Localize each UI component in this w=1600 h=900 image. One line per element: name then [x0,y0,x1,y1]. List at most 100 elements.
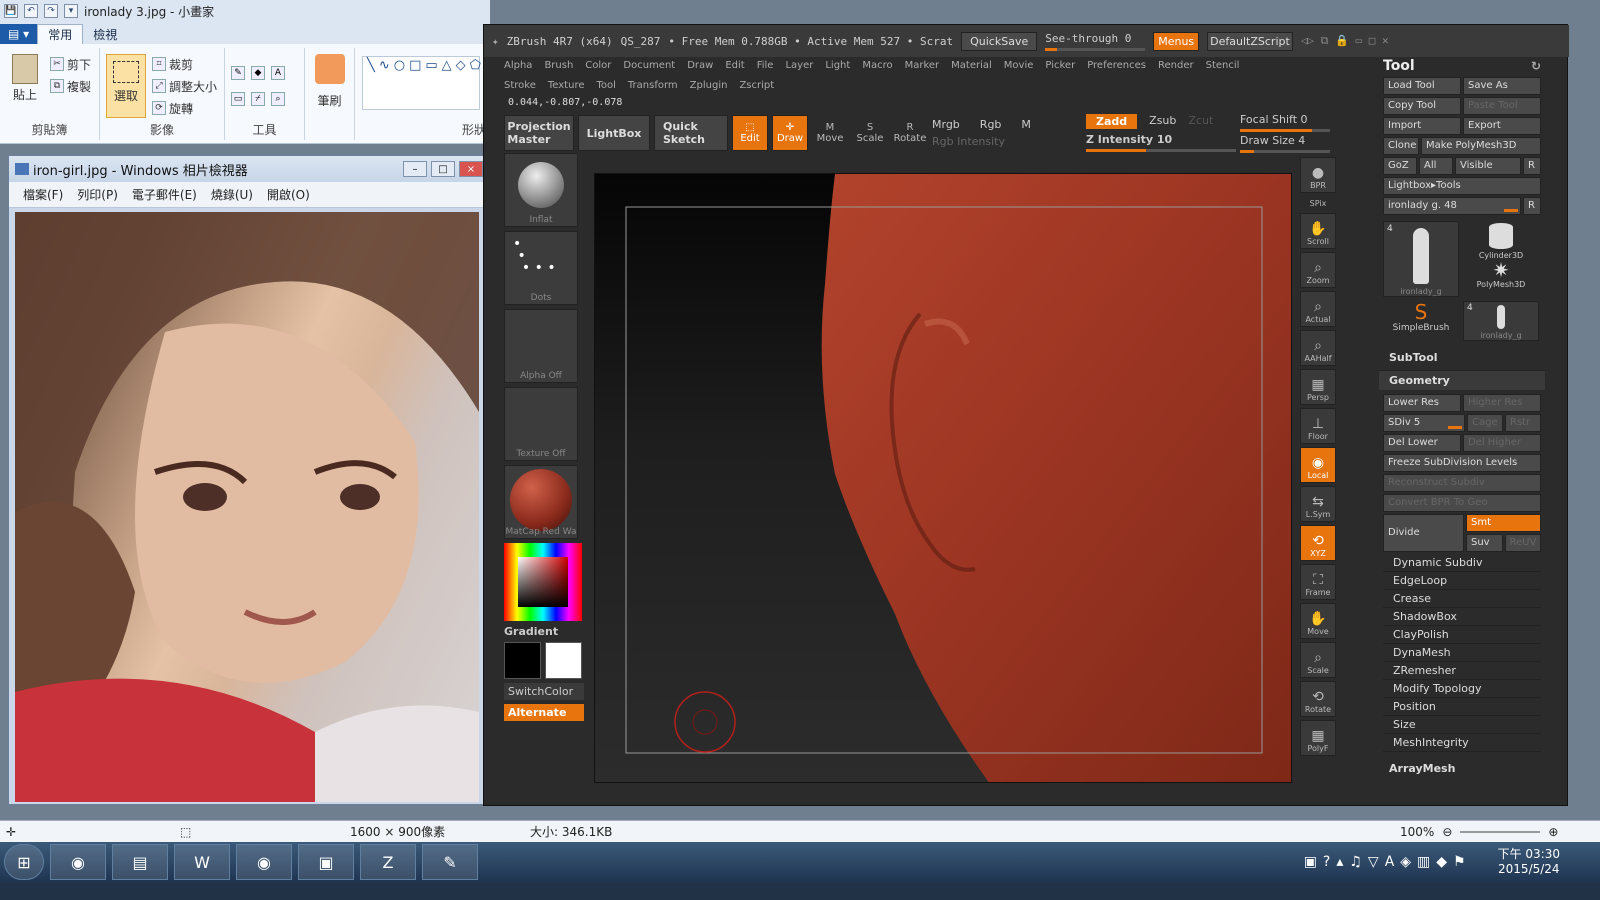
pencil-icon[interactable]: ✎ [231,66,245,80]
zb-menu-material[interactable]: Material [951,57,992,75]
rgb-intensity-slider[interactable]: Rgb Intensity [932,135,1082,148]
suv-toggle[interactable]: Suv [1466,534,1503,552]
shapes-gallery[interactable]: ╲∿○□▭△◇⬠▷⇦⬦☆✦☆○ [362,56,584,110]
menu-email[interactable]: 電子郵件(E) [132,186,197,203]
shelf-floor-button[interactable]: ⊥ Floor [1300,408,1336,444]
clock[interactable]: 下午 03:30 2015/5/24 [1498,847,1560,877]
zb-menu-light[interactable]: Light [825,57,850,75]
taskbar-zbrush-button[interactable]: Z [360,844,416,880]
zb-menu-draw[interactable]: Draw [687,57,713,75]
taskbar-word-button[interactable]: W [174,844,230,880]
window-controls[interactable]: ◁▷ ⧉ 🔒 ▭ □ ✕ [1301,34,1389,48]
draw-size-slider[interactable]: Draw Size 4 [1240,134,1330,153]
all-button[interactable]: All [1419,157,1453,175]
save-icon[interactable]: 💾 [4,4,18,18]
geometry-claypolish[interactable]: ClayPolish [1383,626,1541,644]
sdiv-slider[interactable]: SDiv 5 [1383,414,1465,432]
taskbar-paint-button[interactable]: ✎ [422,844,478,880]
paste-tool-button[interactable]: Paste Tool [1463,97,1541,115]
convert-bpr-button[interactable]: Convert BPR To Geo [1383,494,1541,512]
zb-menu-document[interactable]: Document [623,57,675,75]
material-slot[interactable]: MatCap Red Wa [504,465,578,539]
menu-open[interactable]: 開啟(O) [267,186,310,203]
zadd-button[interactable]: Zadd [1086,114,1138,129]
geometry-zremesher[interactable]: ZRemesher [1383,662,1541,680]
zb-menu-color[interactable]: Color [585,57,611,75]
texture-slot[interactable]: Texture Off [504,387,578,461]
menu-print[interactable]: 列印(P) [77,186,118,203]
geometry-size[interactable]: Size [1383,716,1541,734]
geometry-edgeloop[interactable]: EdgeLoop [1383,572,1541,590]
switchcolor-button[interactable]: SwitchColor [504,683,584,700]
stroke-slot[interactable]: • • • • • Dots [504,231,578,305]
shelf-move-button[interactable]: ✋ Move [1300,603,1336,639]
fill-icon[interactable]: ◆ [251,66,265,80]
zb-menu-macro[interactable]: Macro [862,57,892,75]
reconstruct-subdiv-button[interactable]: Reconstruct Subdiv [1383,474,1541,492]
customize-icon[interactable]: ▾ [64,4,78,18]
default-zscript-button[interactable]: DefaultZScript [1207,31,1293,51]
brushes-group[interactable]: 筆刷 [305,48,355,140]
shelf-frame-button[interactable]: ⛶ Frame [1300,564,1336,600]
alternate-button[interactable]: Alternate [504,704,584,721]
ironlady-tool-thumb[interactable]: 4 ironlady_g [1383,221,1459,297]
tab-home[interactable]: 常用 [37,24,84,44]
lightbox-tools-button[interactable]: Lightbox▸Tools [1383,177,1541,195]
crop-button[interactable]: ⌗ 裁剪 [152,54,193,74]
zoom-slider[interactable] [1460,830,1541,833]
subtool-section[interactable]: SubTool [1377,345,1547,370]
zb-menu-file[interactable]: File [757,57,774,75]
zb-menu-stencil[interactable]: Stencil [1206,57,1240,75]
higher-res-button[interactable]: Higher Res [1463,394,1541,412]
r-button[interactable]: R [1523,157,1541,175]
visible-button[interactable]: Visible [1455,157,1521,175]
simplebrush-thumb[interactable]: S SimpleBrush [1383,301,1459,341]
system-tray-icons[interactable]: ▣?▴♫▽A◈▥◆⚑ [1304,854,1472,870]
zb-menu-zscript[interactable]: Zscript [739,77,774,95]
rgb-button[interactable]: Rgb [980,118,1002,131]
menu-file[interactable]: 檔案(F) [23,186,63,203]
shelf-spix-button[interactable]: SPix [1300,196,1336,210]
geometry-crease[interactable]: Crease [1383,590,1541,608]
lightbox-button[interactable]: LightBox [578,115,650,151]
taskbar-start-button[interactable]: ⊞ [4,844,44,880]
geometry-dynamic-subdiv[interactable]: Dynamic Subdiv [1383,554,1541,572]
polymesh-label[interactable]: PolyMesh3D [1463,280,1539,289]
minimize-button[interactable]: – [403,161,427,177]
zb-menu-brush[interactable]: Brush [544,57,573,75]
shelf-scale-button[interactable]: ⌕ Scale [1300,642,1336,678]
zb-menu-zplugin[interactable]: Zplugin [690,77,728,95]
geometry-modify-topology[interactable]: Modify Topology [1383,680,1541,698]
rotate-button[interactable]: ⟳ 旋轉 [152,98,193,118]
menus-button[interactable]: Menus [1153,31,1200,51]
redo-icon[interactable]: ↷ [44,4,58,18]
zoom-in-button[interactable]: ⊕ [1548,825,1558,839]
brush-slot[interactable]: Inflat [504,153,578,227]
scale-mode-button[interactable]: S Scale [852,115,888,151]
shelf-local-button[interactable]: ◉ Local [1300,447,1336,483]
geometry-section[interactable]: Geometry [1379,370,1545,390]
mrgb-button[interactable]: Mrgb [932,118,960,131]
text-icon[interactable]: A [271,66,285,80]
zcut-button[interactable]: Zcut [1188,114,1213,129]
edit-mode-button[interactable]: ⬚ Edit [732,115,768,151]
export-button[interactable]: Export [1463,117,1541,135]
resize-button[interactable]: ⤢ 調整大小 [152,76,217,96]
zb-menu-render[interactable]: Render [1158,57,1194,75]
zb-menu-texture[interactable]: Texture [548,77,585,95]
zb-menu-preferences[interactable]: Preferences [1087,57,1146,75]
projection-master-button[interactable]: Projection Master [504,115,574,151]
color-square[interactable] [518,557,568,607]
copy-button[interactable]: ⧉ 複製 [50,76,91,96]
taskbar-chrome-button[interactable]: ◉ [50,844,106,880]
ironlady-tool-thumb-2[interactable]: 4 ironlady_g [1463,301,1539,341]
freeze-subdiv-button[interactable]: Freeze SubDivision Levels [1383,454,1541,472]
taskbar-chrome-button[interactable]: ◉ [236,844,292,880]
maximize-button[interactable]: □ [431,161,455,177]
shelf-persp-button[interactable]: ▦ Persp [1300,369,1336,405]
rstr-button[interactable]: Rstr [1505,414,1541,432]
import-button[interactable]: Import [1383,117,1461,135]
taskbar-explorer-button[interactable]: ▤ [112,844,168,880]
shelf-aahalf-button[interactable]: ⌕ AAHalf [1300,330,1336,366]
rotate-mode-button[interactable]: R Rotate [892,115,928,151]
